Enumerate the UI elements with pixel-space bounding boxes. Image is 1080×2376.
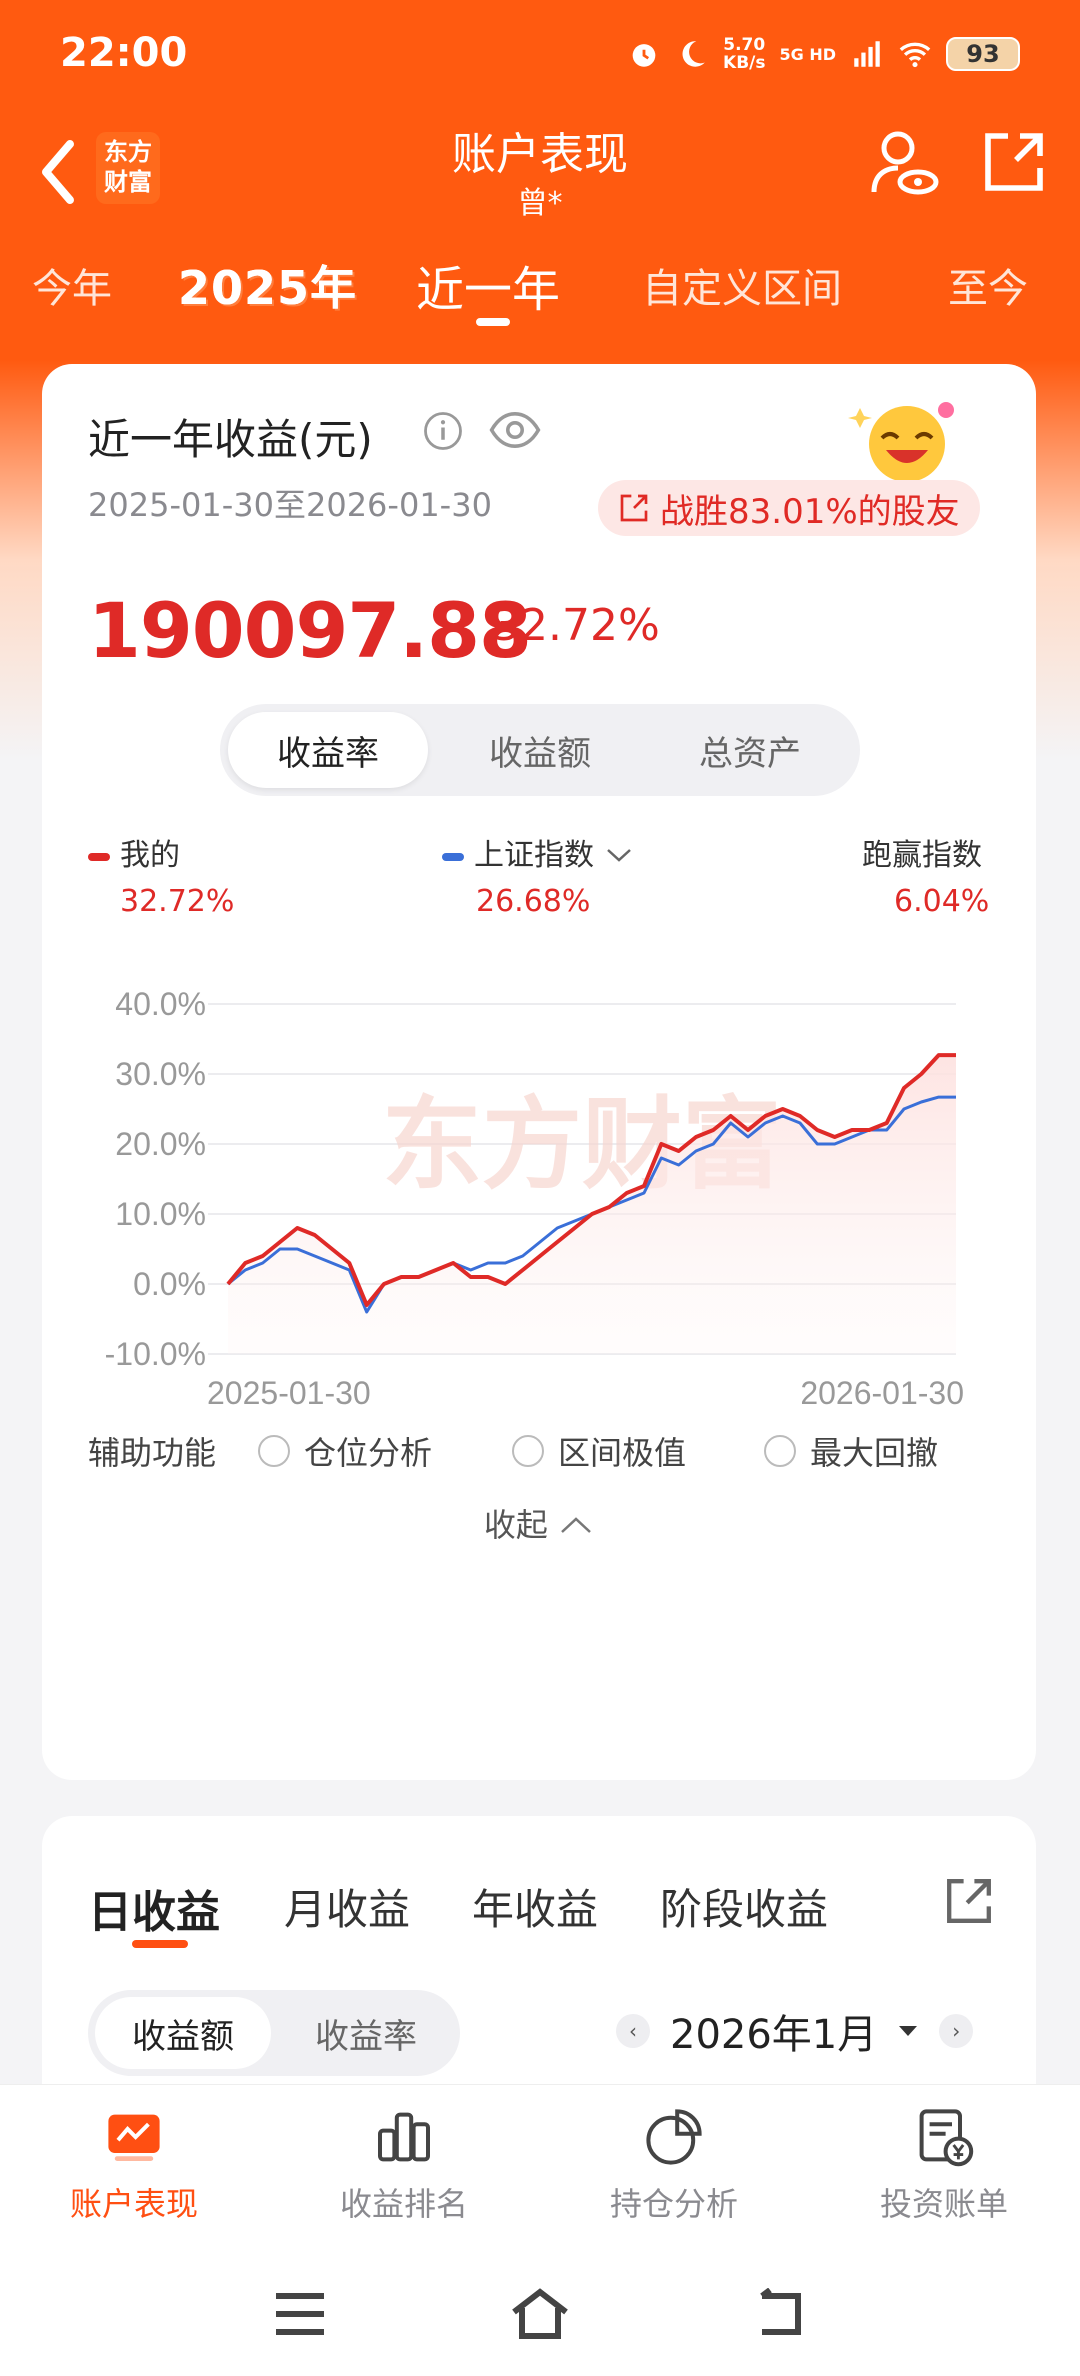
legend-index-swatch xyxy=(442,852,464,861)
y-tick-label: 20.0% xyxy=(115,1126,206,1162)
user-view-icon[interactable] xyxy=(868,128,940,200)
legend-outperform-value: 6.04% xyxy=(894,884,990,919)
tab-this-year[interactable]: 今年 xyxy=(32,256,112,314)
segment-income-rate[interactable]: 收益率 xyxy=(278,1997,454,2069)
back-nav-icon[interactable] xyxy=(750,2288,810,2340)
status-icons: 5.70 KB/s 5G HD 93 xyxy=(627,36,1020,72)
system-nav-bar xyxy=(0,2244,1080,2376)
metric-segment: 收益率 收益额 总资产 xyxy=(220,704,860,796)
legend-index-value: 26.68% xyxy=(476,884,591,919)
returns-chart[interactable]: 40.0%30.0%20.0%10.0%0.0%-10.0% 东方财富 2025… xyxy=(42,944,1036,1414)
beat-peers-text: 战胜83.01%的股友 xyxy=(660,491,960,532)
legend-outperform: 跑赢指数 xyxy=(862,838,982,873)
tab-to-date[interactable]: 至今 xyxy=(948,256,1028,314)
home-icon[interactable] xyxy=(510,2288,570,2340)
tab-daily-income[interactable]: 日收益 xyxy=(88,1876,220,1940)
bar-rank-icon xyxy=(378,2112,430,2162)
active-tab-indicator xyxy=(476,318,510,326)
income-tab-indicator xyxy=(132,1940,188,1948)
nav-holdings-analysis[interactable]: 持仓分析 xyxy=(574,2105,774,2225)
legend-mine-swatch xyxy=(88,852,110,861)
returns-card: 近一年收益(元) 2025-01-30至2026-01-30 战胜83.01%的… xyxy=(42,364,1036,1780)
tab-custom-range[interactable]: 自定义区间 xyxy=(642,256,842,314)
pie-icon xyxy=(646,2109,702,2165)
tab-monthly-income[interactable]: 月收益 xyxy=(284,1876,410,1937)
bottom-nav: 账户表现 收益排名 持仓分析 投资账单 xyxy=(0,2084,1080,2244)
info-icon[interactable] xyxy=(422,410,464,452)
legend-mine-value: 32.72% xyxy=(120,884,235,919)
wifi-icon xyxy=(899,42,931,68)
tab-2025[interactable]: 2025年 xyxy=(178,252,357,318)
chart-icon xyxy=(108,2114,160,2161)
beat-peers-badge[interactable]: 战胜83.01%的股友 xyxy=(598,480,980,536)
net-speed: 5.70 KB/s xyxy=(723,35,766,73)
tab-last-year[interactable]: 近一年 xyxy=(416,250,560,320)
signal-label: 5G HD xyxy=(779,44,836,64)
y-tick-label: -10.0% xyxy=(105,1336,206,1372)
next-month-icon[interactable]: › xyxy=(939,2014,974,2048)
share-small-icon xyxy=(620,494,648,522)
radio-icon xyxy=(764,1435,796,1467)
nav-income-ranking[interactable]: 收益排名 xyxy=(304,2105,504,2225)
y-tick-label: 40.0% xyxy=(115,986,206,1022)
export-icon[interactable] xyxy=(942,1874,996,1928)
status-bar: 22:00 5.70 KB/s 5G HD 93 xyxy=(0,0,1080,110)
current-month[interactable]: 2026年1月 xyxy=(670,2002,877,2060)
y-tick-label: 30.0% xyxy=(115,1056,206,1092)
chevron-up-icon xyxy=(561,1517,591,1533)
segment-return-rate[interactable]: 收益率 xyxy=(228,712,428,788)
nav-bar: 东方 财富 账户表现 曾* xyxy=(0,110,1080,260)
battery-indicator: 93 xyxy=(946,37,1020,71)
status-time: 22:00 xyxy=(60,30,188,76)
option-range-extremes[interactable]: 区间极值 xyxy=(512,1428,686,1474)
tab-stage-income[interactable]: 阶段收益 xyxy=(660,1876,828,1937)
segment-income-amount[interactable]: 收益额 xyxy=(95,1997,271,2069)
period-tabs: 今年 2025年 近一年 自定义区间 至今 xyxy=(0,250,1080,330)
option-max-drawdown[interactable]: 最大回撤 xyxy=(764,1428,938,1474)
prev-month-icon[interactable]: ‹ xyxy=(616,2014,650,2048)
share-icon[interactable] xyxy=(980,128,1048,196)
segment-total-assets[interactable]: 总资产 xyxy=(650,712,850,788)
y-tick-label: 0.0% xyxy=(133,1266,206,1302)
segment-return-amount[interactable]: 收益额 xyxy=(440,712,640,788)
tab-yearly-income[interactable]: 年收益 xyxy=(472,1876,598,1937)
y-tick-label: 10.0% xyxy=(115,1196,206,1232)
nav-account-performance[interactable]: 账户表现 xyxy=(34,2105,234,2225)
nav-investment-bill[interactable]: 投资账单 xyxy=(844,2105,1044,2225)
option-position-analysis[interactable]: 仓位分析 xyxy=(258,1428,432,1474)
return-percent: 32.72% xyxy=(492,600,660,651)
date-range: 2025-01-30至2026-01-30 xyxy=(88,486,492,524)
return-amount: 190097.88 xyxy=(88,586,532,675)
card-title: 近一年收益(元) xyxy=(88,415,373,464)
menu-icon[interactable] xyxy=(270,2288,330,2340)
caret-down-icon[interactable] xyxy=(897,2023,919,2039)
income-metric-segment: 收益额 收益率 xyxy=(88,1990,460,2076)
radio-icon xyxy=(512,1435,544,1467)
alarm-icon xyxy=(632,44,656,67)
aux-label: 辅助功能 xyxy=(88,1434,217,1472)
laughing-emoji-icon xyxy=(848,402,954,482)
collapse-button[interactable]: 收起 xyxy=(42,1500,1036,1546)
legend-index-selector[interactable]: 上证指数 xyxy=(442,830,634,874)
month-selector: ‹ 2026年1月 › xyxy=(616,2002,974,2060)
legend-mine: 我的 xyxy=(88,830,180,874)
moon-icon xyxy=(682,41,705,67)
radio-icon xyxy=(258,1435,290,1467)
x-tick-label: 2025-01-30 xyxy=(207,1375,371,1411)
signal-icon xyxy=(854,41,880,67)
chevron-down-icon xyxy=(606,849,631,862)
eye-icon[interactable] xyxy=(488,408,542,452)
x-tick-label: 2026-01-30 xyxy=(800,1375,964,1411)
bill-icon xyxy=(919,2109,974,2167)
